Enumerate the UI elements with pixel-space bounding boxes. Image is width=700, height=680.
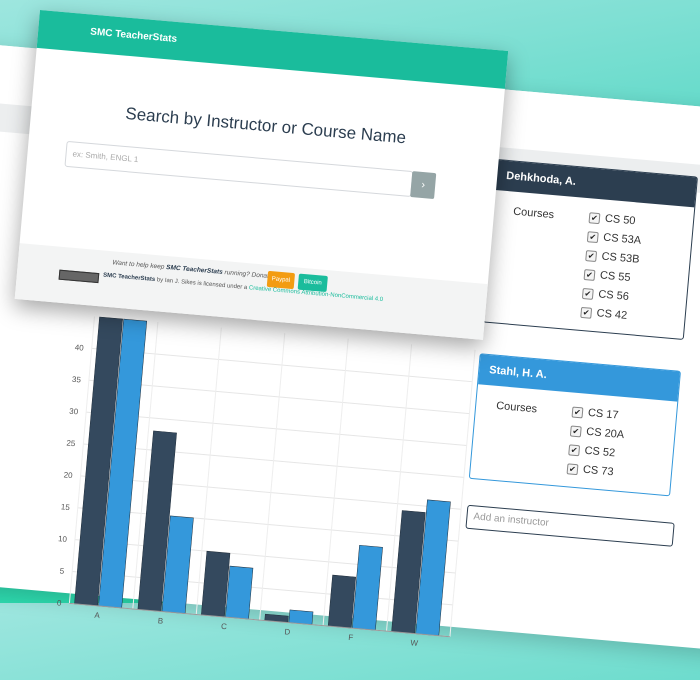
instructor-card-body: Courses ✔ CS 50 ✔ CS 53A ✔ CS 53B ✔ CS 55 ✔ C…: [484, 190, 695, 339]
chevron-right-icon: ›: [420, 178, 426, 192]
navbar: SMC TeacherStats: [36, 10, 509, 89]
course-label: CS 55: [599, 269, 631, 285]
x-tick-label: B: [157, 616, 163, 625]
y-tick-label: 15: [60, 502, 70, 512]
bar: [351, 545, 383, 631]
y-tick-label: 40: [74, 343, 84, 353]
bar: [225, 565, 254, 620]
y-tick-label: 35: [72, 375, 82, 385]
grade-chart: 0 5 10 15 20 25 30 35 40 A B C D F W: [40, 314, 495, 650]
course-label: CS 73: [582, 463, 614, 479]
instructor-card-2: Stahl, H. A. Courses ✔ CS 17 ✔ CS 20A ✔ CS …: [468, 353, 681, 497]
checkbox-icon[interactable]: ✔: [581, 287, 594, 300]
add-instructor-input[interactable]: Add an instructor: [465, 504, 675, 547]
y-tick-label: 25: [66, 439, 76, 449]
bar: [288, 609, 314, 625]
course-label: CS 56: [597, 288, 630, 303]
courses-label: Courses: [495, 399, 538, 416]
y-tick-label: 30: [69, 407, 79, 417]
y-tick-label: 10: [58, 534, 68, 544]
x-tick-label: W: [410, 638, 419, 648]
x-tick-label: D: [284, 627, 291, 636]
grid-line-v: [259, 333, 286, 621]
checkbox-icon[interactable]: ✔: [588, 212, 601, 225]
grade-chart-svg: 0 5 10 15 20 25 30 35 40 A B C D F W: [57, 316, 476, 648]
instructor-card-body: Courses ✔ CS 17 ✔ CS 20A ✔ CS 52 ✔ CS 73: [470, 384, 677, 495]
bar: [327, 574, 356, 629]
course-label: CS 52: [584, 444, 616, 460]
checkbox-icon[interactable]: ✔: [580, 306, 593, 319]
checkbox-icon[interactable]: ✔: [583, 269, 596, 281]
course-list: ✔ CS 17 ✔ CS 20A ✔ CS 52 ✔ CS 73: [566, 403, 666, 487]
checkbox-icon[interactable]: ✔: [571, 406, 584, 419]
x-tick-label: A: [94, 611, 101, 620]
bar: [201, 550, 231, 618]
y-tick-label: 0: [57, 598, 63, 607]
checkbox-icon[interactable]: ✔: [585, 250, 598, 263]
instructor-card-1: Dehkhoda, A. Courses ✔ CS 50 ✔ CS 53A ✔ CS …: [482, 158, 698, 340]
y-tick-label: 5: [59, 566, 65, 575]
courses-label: Courses: [512, 205, 555, 222]
y-tick-label: 20: [63, 470, 73, 480]
checkbox-icon[interactable]: ✔: [566, 463, 579, 476]
course-label: CS 42: [596, 307, 628, 322]
brand-logo[interactable]: SMC TeacherStats: [90, 26, 178, 45]
checkbox-icon[interactable]: ✔: [569, 425, 582, 438]
search-input[interactable]: ex: Smith, ENGL 1: [64, 140, 414, 198]
checkbox-icon[interactable]: ✔: [568, 444, 581, 457]
checkbox-icon[interactable]: ✔: [586, 231, 599, 244]
x-tick-label: C: [221, 622, 228, 631]
search-button[interactable]: ›: [410, 171, 437, 200]
x-tick-label: F: [348, 633, 354, 642]
course-label: CS 50: [604, 212, 636, 228]
course-label: CS 17: [587, 406, 619, 422]
course-list: ✔ CS 50 ✔ CS 53A ✔ CS 53B ✔ CS 55 ✔ CS 56 ✔ CS…: [580, 208, 684, 330]
grid-line-v: [449, 349, 476, 637]
search-screen: SMC TeacherStats Search by Instructor or…: [14, 10, 509, 340]
